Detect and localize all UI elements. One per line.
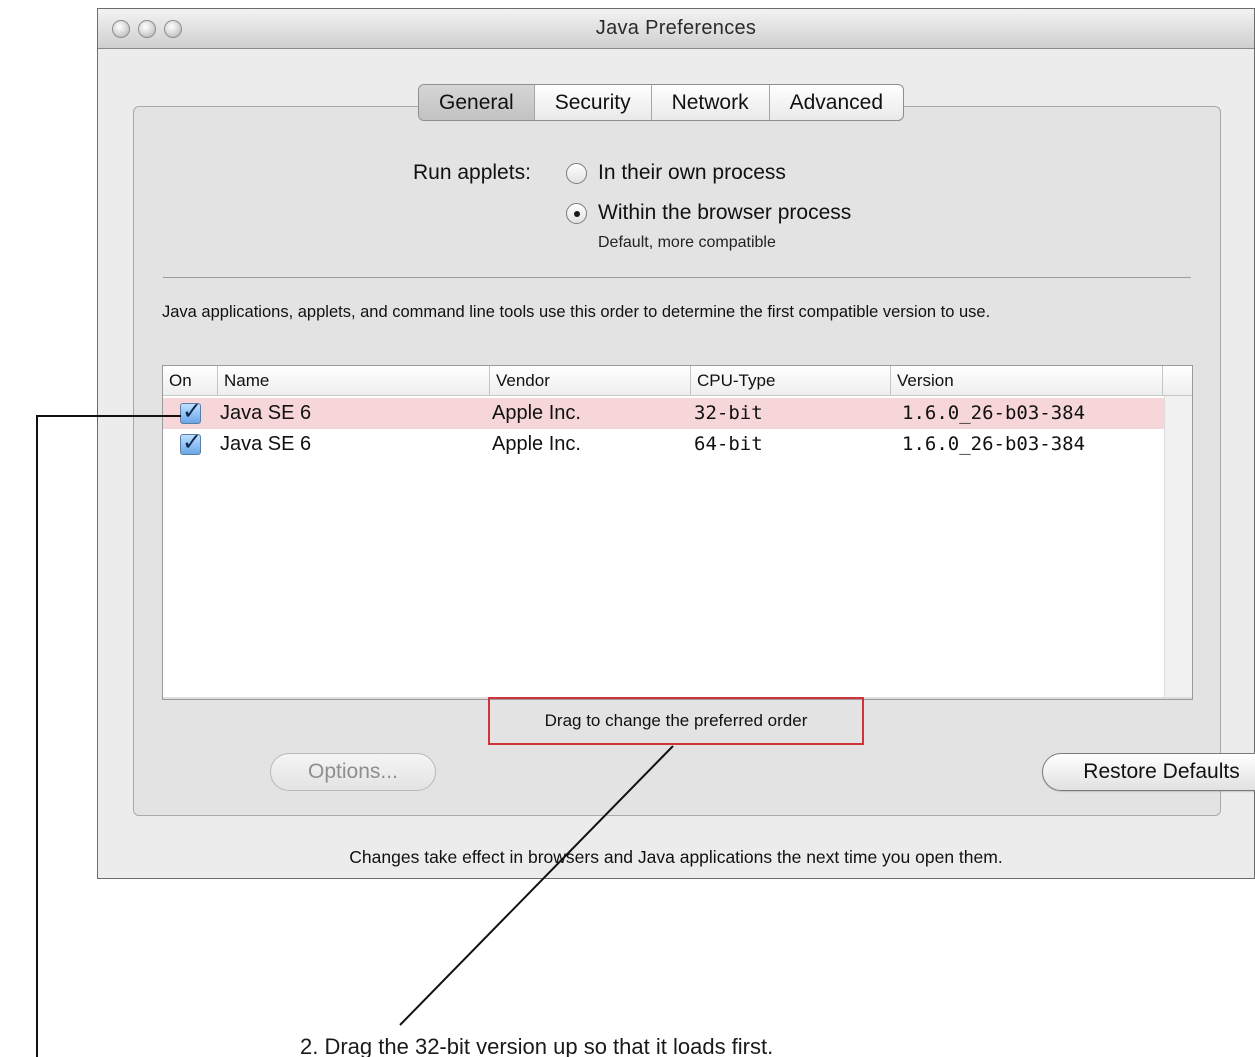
row-version: 1.6.0_26-b03-384 bbox=[902, 433, 1086, 455]
row-name: Java SE 6 bbox=[220, 402, 312, 424]
tab-advanced[interactable]: Advanced bbox=[770, 85, 903, 120]
column-header-name[interactable]: Name bbox=[217, 366, 489, 395]
table-row[interactable]: Java SE 6 Apple Inc. 32-bit 1.6.0_26-b03… bbox=[163, 397, 1164, 429]
radio-button-icon[interactable] bbox=[566, 162, 587, 184]
title-bar[interactable]: Java Preferences bbox=[98, 9, 1254, 49]
tab-bar: General Security Network Advanced bbox=[418, 84, 905, 121]
column-header-version[interactable]: Version bbox=[890, 366, 1162, 395]
checkbox-checked-icon[interactable] bbox=[180, 428, 202, 456]
tab-general[interactable]: General bbox=[419, 85, 535, 120]
radio-own-process[interactable]: In their own process bbox=[566, 161, 786, 185]
row-vendor: Apple Inc. bbox=[492, 433, 581, 455]
window-title: Java Preferences bbox=[595, 17, 757, 39]
order-description: Java applications, applets, and command … bbox=[162, 303, 991, 321]
checkbox-checked-icon[interactable] bbox=[180, 397, 202, 425]
changes-note: Changes take effect in browsers and Java… bbox=[349, 847, 1003, 867]
radio-browser-process-label: Within the browser process bbox=[598, 201, 852, 224]
radio-browser-process[interactable]: Within the browser process bbox=[566, 201, 851, 225]
column-header-vendor[interactable]: Vendor bbox=[489, 366, 690, 395]
row-vendor: Apple Inc. bbox=[492, 402, 581, 424]
annotation-caption: 2. Drag the 32-bit version up so that it… bbox=[300, 1034, 774, 1057]
radio-button-selected-icon[interactable] bbox=[566, 202, 587, 224]
run-applets-label: Run applets: bbox=[413, 161, 531, 184]
column-header-on[interactable]: On bbox=[163, 366, 217, 395]
table-row[interactable]: Java SE 6 Apple Inc. 64-bit 1.6.0_26-b03… bbox=[163, 428, 1164, 460]
tab-network[interactable]: Network bbox=[652, 85, 770, 120]
options-button[interactable]: Options... bbox=[270, 753, 436, 791]
row-version: 1.6.0_26-b03-384 bbox=[902, 402, 1086, 424]
java-preferences-window: Java Preferences General Security Networ… bbox=[97, 8, 1255, 879]
run-applets-hint: Default, more compatible bbox=[598, 234, 776, 251]
drag-hint-highlight: Drag to change the preferred order bbox=[488, 697, 864, 745]
restore-defaults-button[interactable]: Restore Defaults bbox=[1042, 753, 1255, 791]
row-cpu-type: 64-bit bbox=[694, 433, 763, 455]
section-divider bbox=[163, 277, 1191, 278]
vertical-scrollbar[interactable] bbox=[1164, 396, 1192, 699]
column-header-spacer bbox=[1162, 366, 1192, 395]
java-versions-table[interactable]: On Name Vendor CPU-Type Version Java SE … bbox=[162, 365, 1193, 700]
tab-security[interactable]: Security bbox=[535, 85, 652, 120]
row-name: Java SE 6 bbox=[220, 433, 312, 455]
radio-own-process-label: In their own process bbox=[598, 161, 786, 184]
column-header-cpu-type[interactable]: CPU-Type bbox=[690, 366, 890, 395]
table-header: On Name Vendor CPU-Type Version bbox=[163, 366, 1192, 396]
row-cpu-type: 32-bit bbox=[694, 402, 763, 424]
